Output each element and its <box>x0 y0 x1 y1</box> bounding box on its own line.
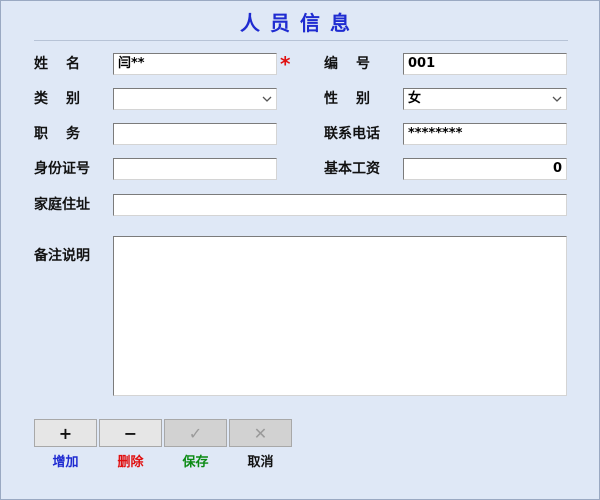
add-label[interactable]: 增加 <box>34 453 97 473</box>
label-remarks: 备注说明 <box>34 248 90 264</box>
label-base-salary: 基本工资 <box>324 161 380 177</box>
close-icon: ✕ <box>253 423 268 443</box>
name-input[interactable]: 闫** <box>113 53 277 75</box>
save-button[interactable]: ✓ <box>164 419 227 447</box>
title-divider <box>34 40 568 41</box>
label-category: 类别 <box>34 91 98 107</box>
minus-icon: − <box>123 423 138 443</box>
save-label[interactable]: 保存 <box>164 453 227 473</box>
label-phone: 联系电话 <box>324 126 380 142</box>
plus-icon: + <box>58 423 73 443</box>
add-button[interactable]: + <box>34 419 97 447</box>
cancel-button[interactable]: ✕ <box>229 419 292 447</box>
label-name: 姓名 <box>34 56 98 72</box>
delete-label[interactable]: 删除 <box>99 453 162 473</box>
person-info-window: 人员信息 姓名 闫** * 编号 001 类别 性别 女 职务 联系电话 ***… <box>0 0 600 500</box>
gender-select[interactable]: 女 <box>403 88 567 110</box>
number-input[interactable]: 001 <box>403 53 567 75</box>
label-position: 职务 <box>34 126 98 142</box>
position-input[interactable] <box>113 123 277 145</box>
id-card-input[interactable] <box>113 158 277 180</box>
address-input[interactable] <box>113 194 567 216</box>
check-icon: ✓ <box>188 423 203 443</box>
chevron-down-icon[interactable] <box>552 93 562 105</box>
label-gender: 性别 <box>324 91 388 107</box>
required-mark: * <box>280 52 291 76</box>
base-salary-input[interactable]: 0 <box>403 158 567 180</box>
label-address: 家庭住址 <box>34 197 90 213</box>
label-id-card: 身份证号 <box>34 161 90 177</box>
delete-button[interactable]: − <box>99 419 162 447</box>
chevron-down-icon[interactable] <box>262 93 272 105</box>
gender-value: 女 <box>408 91 422 106</box>
cancel-label[interactable]: 取消 <box>229 453 292 473</box>
label-number: 编号 <box>324 56 388 72</box>
phone-input[interactable]: ******** <box>403 123 567 145</box>
category-select[interactable] <box>113 88 277 110</box>
form-title: 人员信息 <box>240 11 360 35</box>
remarks-textarea[interactable] <box>113 236 567 396</box>
